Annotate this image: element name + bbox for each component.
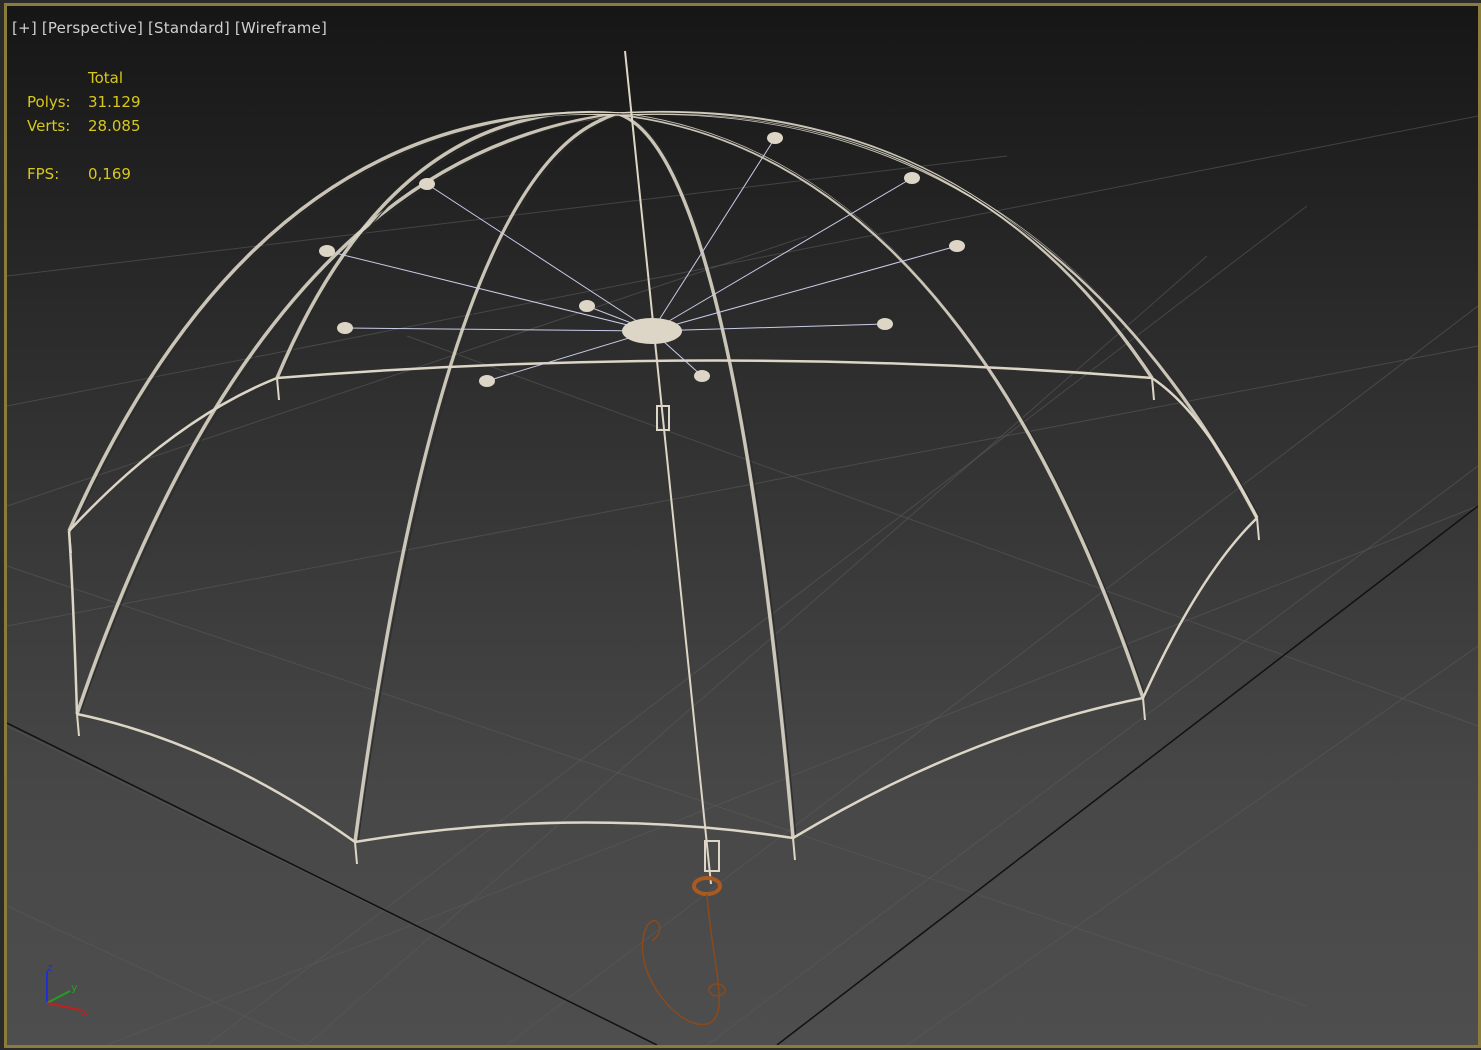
rib-joint [479, 375, 495, 387]
stretcher [486, 330, 653, 382]
grid-line [906, 645, 1478, 1045]
viewport-menu-standard[interactable]: [Standard] [148, 19, 230, 37]
umbrella-rib [618, 111, 1259, 519]
grid-line [506, 305, 1478, 1045]
grid-line [706, 465, 1478, 1045]
canopy-hem [1151, 376, 1259, 519]
rib-joint [767, 132, 783, 144]
verts-label: Verts: [27, 117, 71, 135]
viewport-menu-perspective[interactable]: [Perspective] [42, 19, 143, 37]
rib-joint [904, 172, 920, 184]
grid-line [406, 335, 1478, 727]
canopy-hem [1141, 517, 1258, 699]
umbrella-rib [75, 112, 620, 715]
umbrella-rib [618, 112, 795, 839]
umbrella-rib-shade [357, 113, 624, 843]
perspective-viewport[interactable]: [+] [Perspective] [Standard] [Wireframe]… [4, 3, 1481, 1048]
fps-value: 0,169 [88, 165, 131, 183]
umbrella-rib-shade [622, 113, 1147, 699]
rib-joint [319, 245, 335, 257]
grid-line [7, 155, 1008, 277]
verts-value: 28.085 [88, 117, 141, 135]
rib-tip [354, 841, 358, 865]
canopy-hem [276, 359, 1153, 380]
viewport-menu-wireframe[interactable]: [Wireframe] [235, 19, 327, 37]
umbrella-rib-shade [622, 113, 797, 839]
umbrella-shaft [624, 50, 712, 885]
rib-tip [276, 377, 280, 401]
rib-joint [877, 318, 893, 330]
grid-line [7, 115, 1478, 407]
canopy-hem [67, 530, 79, 715]
umbrella-rib-shade [79, 113, 624, 715]
umbrella-rib-shade [279, 112, 624, 379]
stretcher [426, 183, 653, 332]
rib-tip [76, 713, 80, 737]
rib-joint [419, 178, 435, 190]
axis-z-label: z [47, 961, 53, 974]
viewport-labels: [+] [Perspective] [Standard] [Wireframe] [12, 19, 327, 37]
canopy-hem [68, 376, 278, 532]
axis-tripod-icon: z y x [46, 961, 88, 1018]
rib-tip [1256, 517, 1260, 541]
ground-plane-edge [776, 505, 1478, 1045]
rib-joint [694, 370, 710, 382]
canopy-hem [792, 696, 1144, 840]
axis-y-label: y [71, 981, 78, 994]
stats-header: Total [88, 69, 124, 87]
umbrella-handle [641, 893, 721, 1026]
rib-joint [337, 322, 353, 334]
statistics-overlay: Total Polys: 31.129 Verts: 28.085 FPS: 0,16… [27, 66, 141, 186]
viewport-menu-plus[interactable]: [+] [12, 19, 37, 37]
rib-tip [1151, 377, 1155, 401]
rib-tip [792, 837, 796, 861]
umbrella-wireframe-scene[interactable] [7, 6, 1478, 1045]
axis-x-label: x [81, 1005, 88, 1018]
grid-line [206, 205, 1308, 1045]
stretcher [651, 177, 913, 332]
rib-joint [949, 240, 965, 252]
fps-label: FPS: [27, 165, 60, 183]
stretcher [651, 323, 886, 332]
rib-joint [579, 300, 595, 312]
polys-value: 31.129 [88, 93, 141, 111]
grid-line [7, 565, 1308, 1007]
handle-loop [708, 983, 726, 997]
rib-tip [1142, 697, 1146, 721]
umbrella-rib [618, 112, 1145, 699]
canopy-hem [354, 821, 794, 844]
ground-plane-edge [7, 722, 658, 1045]
polys-label: Polys: [27, 93, 71, 111]
